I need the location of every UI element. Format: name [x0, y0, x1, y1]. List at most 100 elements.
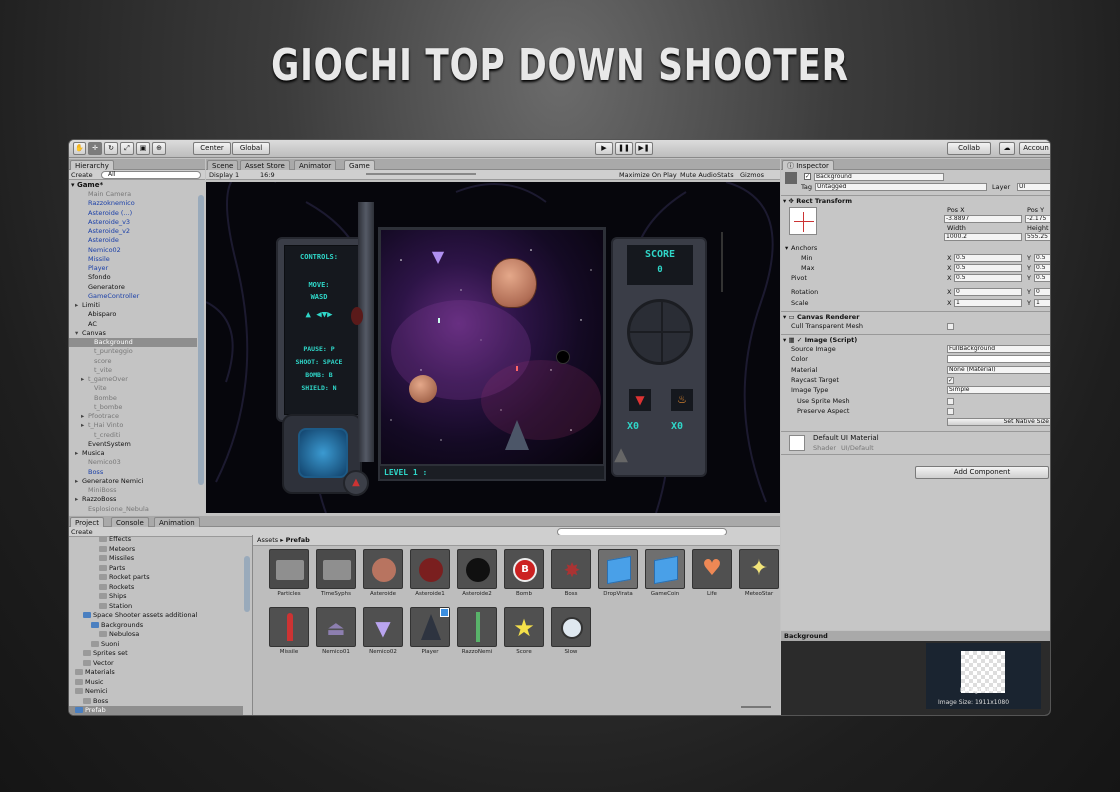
project-folder-item[interactable]: Parts [69, 564, 243, 574]
hierarchy-item[interactable]: AC [69, 320, 197, 329]
project-folder-item[interactable]: Boss [69, 697, 243, 707]
hierarchy-item[interactable]: ▸ Pfootrace [69, 412, 197, 421]
tab-scene[interactable]: Scene [207, 160, 239, 170]
material-field[interactable]: None (Material) [947, 366, 1050, 374]
hierarchy-item[interactable]: ▸ Generatore Nemici [69, 477, 197, 486]
breadcrumb-assets[interactable]: Assets [257, 536, 278, 544]
scale-y-field[interactable]: 1 [1034, 299, 1050, 307]
source-image-field[interactable]: FullBackground [947, 345, 1050, 353]
posy-field[interactable]: -2.175 [1025, 215, 1050, 223]
anchors-label[interactable]: Anchors [791, 243, 817, 253]
asset-item[interactable]: Asteroide [361, 549, 405, 609]
asset-item[interactable]: Particles [267, 549, 311, 609]
tab-animation[interactable]: Animation [154, 517, 200, 527]
asset-item[interactable]: TimeSyphs [314, 549, 358, 609]
active-checkbox[interactable]: ✓ [804, 173, 811, 180]
cull-checkbox[interactable] [947, 323, 954, 330]
image-type-dropdown[interactable]: Simple [947, 386, 1050, 394]
color-swatch[interactable] [947, 355, 1050, 363]
tab-inspector[interactable]: ⓘ Inspector [782, 160, 834, 170]
canvas-renderer-title[interactable]: Canvas Renderer [797, 313, 859, 321]
hierarchy-item[interactable]: MiniBoss [69, 486, 197, 495]
expand-arrow-icon[interactable]: ▸ [81, 421, 88, 430]
hierarchy-item[interactable]: Razzoknemico [69, 199, 197, 208]
project-folder-item[interactable]: Backgrounds [69, 621, 243, 631]
expand-arrow-icon[interactable]: ▸ [75, 449, 82, 458]
hierarchy-item[interactable]: Nemico02 [69, 246, 197, 255]
project-folder-item[interactable]: Ships [69, 592, 243, 602]
asset-item[interactable]: ▼ Nemico02 [361, 607, 405, 667]
display-dropdown[interactable]: Display 1 [209, 170, 239, 180]
project-folder-item[interactable]: Missiles [69, 554, 243, 564]
scale-x-field[interactable]: 1 [954, 299, 1022, 307]
rotation-x-field[interactable]: 0 [954, 288, 1022, 296]
project-folder-item[interactable]: Vector [69, 659, 243, 669]
asset-item[interactable]: Missile [267, 607, 311, 667]
asset-item[interactable]: Player [408, 607, 452, 667]
expand-arrow-icon[interactable]: ▸ [75, 477, 82, 486]
project-folder-item[interactable]: Suoni [69, 640, 243, 650]
project-folder-item[interactable]: Nemici [69, 687, 243, 697]
hierarchy-item[interactable]: t_crediti [69, 431, 197, 440]
hierarchy-item[interactable]: Asteroide (...) [69, 209, 197, 218]
maximize-on-play-toggle[interactable]: Maximize On Play [619, 170, 677, 180]
hierarchy-item[interactable]: score [69, 357, 197, 366]
collab-button[interactable]: Collab [947, 142, 991, 155]
asset-item[interactable]: ♥ Life [690, 549, 734, 609]
preview-title[interactable]: Background [781, 631, 1050, 641]
object-name-field[interactable]: Background [814, 173, 944, 181]
add-component-button[interactable]: Add Component [915, 466, 1049, 479]
hand-tool-icon[interactable]: ✋ [73, 142, 86, 155]
tag-dropdown[interactable]: Untagged [815, 183, 987, 191]
gizmos-dropdown[interactable]: Gizmos [740, 170, 764, 180]
tab-animator[interactable]: Animator [294, 160, 337, 170]
hierarchy-item[interactable]: Background [69, 338, 197, 348]
asset-item[interactable]: ⏏ Nemico01 [314, 607, 358, 667]
hierarchy-item[interactable]: ▸ t_Hai Vinto [69, 421, 197, 430]
hierarchy-item[interactable]: Vite [69, 384, 197, 393]
pivot-center-button[interactable]: Center [193, 142, 231, 155]
set-native-size-button[interactable]: Set Native Size [947, 418, 1050, 426]
hierarchy-item[interactable]: t_bombe [69, 403, 197, 412]
asset-item[interactable]: ✦ MeteoStar [737, 549, 781, 609]
hierarchy-item[interactable]: ▸ Limiti [69, 301, 197, 310]
asset-item[interactable]: Slow [549, 607, 593, 667]
hierarchy-scrollbar[interactable] [198, 195, 204, 485]
image-script-title[interactable]: Image (Script) [805, 336, 858, 344]
project-folder-item[interactable]: Nebulosa [69, 630, 243, 640]
sprite-mesh-checkbox[interactable] [947, 398, 954, 405]
hierarchy-item[interactable]: Boss [69, 468, 197, 477]
asset-item[interactable]: ★ Score [502, 607, 546, 667]
expand-arrow-icon[interactable]: ▸ [75, 495, 82, 504]
hierarchy-item[interactable]: Asteroide_v3 [69, 218, 197, 227]
rotation-y-field[interactable]: 0 [1034, 288, 1050, 296]
stats-toggle[interactable]: Stats [717, 170, 734, 180]
project-folder-item[interactable]: Prefab [69, 706, 243, 715]
raycast-checkbox[interactable]: ✓ [947, 377, 954, 384]
tab-game[interactable]: Game [344, 160, 375, 170]
hierarchy-item[interactable]: ▸ RazzoBoss [69, 495, 197, 504]
pivot-global-button[interactable]: Global [232, 142, 270, 155]
rect-tool-icon[interactable]: ▣ [136, 142, 150, 155]
asset-item[interactable]: GameCoin [643, 549, 687, 609]
mute-audio-toggle[interactable]: Mute Audio [680, 170, 717, 180]
hierarchy-item[interactable]: Generatore [69, 283, 197, 292]
expand-arrow-icon[interactable]: ▸ [81, 375, 88, 384]
max-y-field[interactable]: 0.5 [1034, 264, 1050, 272]
game-viewport[interactable]: CONTROLS: MOVE: WASD ▲ ◀▼▶ PAUSE: P SHOO… [206, 182, 780, 513]
scene-root[interactable]: ▾ Game* [71, 181, 103, 189]
project-folder-item[interactable]: Rocket parts [69, 573, 243, 583]
preserve-aspect-checkbox[interactable] [947, 408, 954, 415]
rotate-tool-icon[interactable]: ↻ [104, 142, 118, 155]
asset-item[interactable]: RazzoNemi [455, 607, 499, 667]
scale-slider[interactable] [366, 173, 476, 175]
project-folder-item[interactable]: Effects [69, 535, 243, 545]
hierarchy-item[interactable]: ▸ Musica [69, 449, 197, 458]
project-folder-item[interactable]: Meteors [69, 545, 243, 555]
project-folder-item[interactable]: Materials [69, 668, 243, 678]
hierarchy-item[interactable]: Player [69, 264, 197, 273]
hierarchy-item[interactable]: GameController [69, 292, 197, 301]
hierarchy-item[interactable]: Esplosione_Nebula [69, 505, 197, 514]
hierarchy-item[interactable]: t_vite [69, 366, 197, 375]
asset-item[interactable]: DropVirata [596, 549, 640, 609]
